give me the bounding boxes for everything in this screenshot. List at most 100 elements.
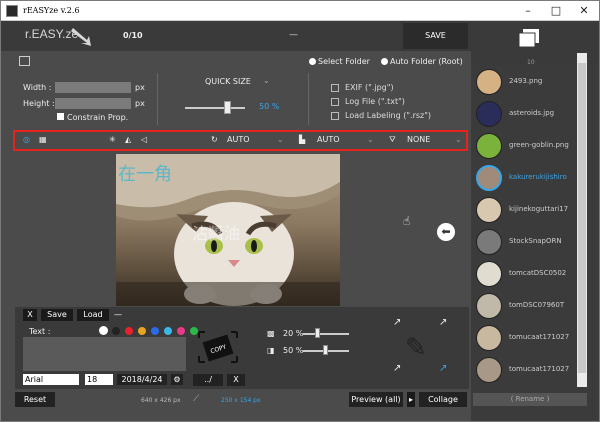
chevron-down-icon[interactable]: ⌄ xyxy=(263,76,270,85)
save-format-icon[interactable]: ▙ xyxy=(299,135,305,144)
position-top-right-icon[interactable]: ↗ xyxy=(439,317,447,328)
date-stamp[interactable]: 2018/4/24 xyxy=(117,374,167,385)
font-size-select[interactable]: 18 xyxy=(85,374,113,385)
file-list-scrollbar[interactable] xyxy=(577,53,587,387)
file-list-item[interactable]: tomDSC07960T xyxy=(471,291,581,321)
position-bottom-right-icon[interactable]: ↗ xyxy=(439,363,447,374)
labeling-checkbox[interactable] xyxy=(331,112,339,120)
scale-percent: 50 % xyxy=(283,346,304,355)
watermark-clear-button[interactable]: X xyxy=(227,374,245,386)
file-list-item[interactable]: tomucaat171027 xyxy=(471,355,581,385)
opacity-slider[interactable] xyxy=(303,333,349,335)
logo-arrow-icon xyxy=(71,28,91,46)
rotate-icon[interactable]: ↻ xyxy=(211,135,218,144)
rename-button[interactable]: ( Rename ) xyxy=(473,393,587,406)
file-name: tomucaat171027 xyxy=(509,365,570,373)
text-minimize-button[interactable]: — xyxy=(111,309,125,321)
height-label: Height : xyxy=(23,99,55,108)
collage-button[interactable]: Collage xyxy=(419,392,467,407)
text-save-button[interactable]: Save xyxy=(41,309,73,321)
scale-icon: ◨ xyxy=(267,346,275,355)
opacity-slider-thumb[interactable] xyxy=(315,328,320,338)
file-thumbnail xyxy=(476,293,502,319)
color-swatch[interactable] xyxy=(99,326,108,335)
opacity-icon: ▩ xyxy=(267,329,275,338)
play-arrow-icon[interactable]: ▸ xyxy=(407,392,415,407)
file-list-item[interactable]: kakurerukijishiro xyxy=(471,163,581,193)
logfile-checkbox[interactable] xyxy=(331,98,339,106)
chevron-down-icon[interactable]: ⌄ xyxy=(455,135,462,144)
flip-icon[interactable]: ◭ xyxy=(125,135,131,144)
gear-icon[interactable]: ⚙ xyxy=(171,374,183,385)
file-name: 2493.png xyxy=(509,77,543,85)
save-button[interactable]: SAVE xyxy=(403,23,468,49)
position-top-left-icon[interactable]: ↗ xyxy=(393,317,401,328)
watermark-path-button[interactable]: ../ xyxy=(193,374,223,386)
file-list-item[interactable]: green-goblin.png xyxy=(471,131,581,161)
select-folder-option[interactable]: Select Folder xyxy=(309,57,370,66)
filter-icon[interactable]: ⛛ xyxy=(389,135,396,145)
color-swatch[interactable] xyxy=(138,327,146,335)
gallery-icon[interactable] xyxy=(519,29,539,47)
select-folder-label: Select Folder xyxy=(318,57,370,66)
color-swatch[interactable] xyxy=(125,327,133,335)
scrollbar-thumb[interactable] xyxy=(578,63,586,373)
save-format-value[interactable]: AUTO xyxy=(317,135,340,144)
constrain-checkbox[interactable] xyxy=(57,113,64,120)
watermark-text-1: 在一角 xyxy=(118,164,172,185)
filter-value[interactable]: NONE xyxy=(407,135,430,144)
copy-stamp-preview[interactable]: COPY xyxy=(193,326,243,368)
width-input[interactable] xyxy=(55,82,131,93)
file-list-item[interactable]: asteroids.jpg xyxy=(471,99,581,129)
copy-stamp-icon: COPY xyxy=(198,331,238,363)
auto-folder-option[interactable]: Auto Folder (Root) xyxy=(381,57,463,66)
file-list-item[interactable]: tomcatDSC0502 xyxy=(471,259,581,289)
open-folder-icon[interactable] xyxy=(19,56,30,66)
file-thumbnail xyxy=(476,69,502,95)
file-list-item[interactable]: kijinekoguttari17 xyxy=(471,195,581,225)
height-input[interactable] xyxy=(55,98,131,109)
close-button[interactable]: ✕ xyxy=(573,4,595,17)
brightness-icon[interactable]: ✳ xyxy=(109,135,116,144)
options-panel: EXIF (".jpg") Log File (".txt") Load Lab… xyxy=(331,83,431,125)
color-swatch[interactable] xyxy=(177,327,185,335)
back-arrow-button[interactable]: ⬅ xyxy=(437,223,455,241)
reset-button[interactable]: Reset xyxy=(15,392,55,407)
original-dimensions: 640 x 426 px xyxy=(141,397,181,404)
text-close-button[interactable]: X xyxy=(23,309,37,321)
file-list-item[interactable]: StockSnapORN xyxy=(471,227,581,257)
maximize-button[interactable]: □ xyxy=(545,4,567,17)
exif-option[interactable]: EXIF (".jpg") xyxy=(331,83,431,97)
file-thumbnail xyxy=(476,101,502,127)
position-bottom-left-icon[interactable]: ↗ xyxy=(393,363,401,374)
watermark-text-input[interactable] xyxy=(23,337,186,371)
target-icon[interactable]: ◎ xyxy=(23,135,30,144)
color-swatch[interactable] xyxy=(151,327,159,335)
exif-checkbox[interactable] xyxy=(331,84,339,92)
quick-size-slider[interactable] xyxy=(185,107,245,109)
scale-slider-thumb[interactable] xyxy=(323,345,328,355)
edit-center-icon[interactable]: ✎ xyxy=(405,333,427,363)
color-swatch[interactable] xyxy=(112,327,120,335)
ruler-icon: ⟋ xyxy=(193,394,200,404)
color-swatch[interactable] xyxy=(164,327,172,335)
file-name: kakurerukijishiro xyxy=(509,173,567,181)
file-list-item[interactable]: tomucaat171027 xyxy=(471,323,581,353)
text-load-button[interactable]: Load xyxy=(77,309,109,321)
file-thumbnail xyxy=(476,165,502,191)
chevron-down-icon[interactable]: ⌄ xyxy=(277,135,284,144)
logfile-option[interactable]: Log File (".txt") xyxy=(331,97,431,111)
file-name: tomcatDSC0502 xyxy=(509,269,567,277)
rotate-value[interactable]: AUTO xyxy=(227,135,250,144)
quick-size-slider-thumb[interactable] xyxy=(224,101,231,114)
preview-all-button[interactable]: Preview (all) xyxy=(349,392,403,407)
quick-size-percent: 50 % xyxy=(259,102,280,111)
grid-icon[interactable]: ▦ xyxy=(39,135,47,144)
chevron-down-icon[interactable]: ⌄ xyxy=(367,135,374,144)
minimize-button[interactable]: – xyxy=(517,4,539,17)
window-title: rEASYze v.2.6 xyxy=(23,6,80,15)
perspective-icon[interactable]: ◁ xyxy=(141,135,147,144)
font-select[interactable]: Arial xyxy=(23,374,79,385)
labeling-option[interactable]: Load Labeling (".rsz") xyxy=(331,111,431,125)
file-list-item[interactable]: 2493.png xyxy=(471,67,581,97)
